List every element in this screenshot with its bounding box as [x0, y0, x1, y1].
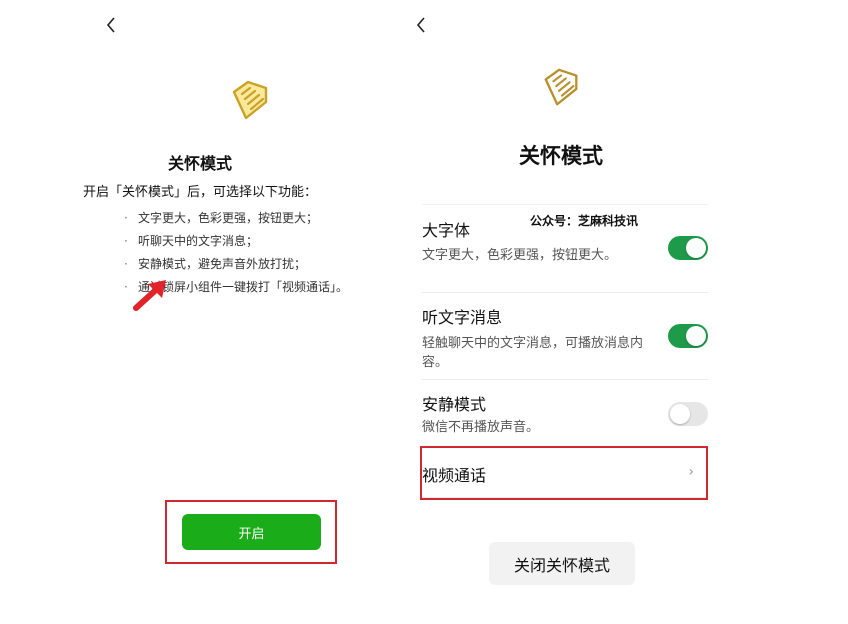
setting-row-quiet-mode: 安静模式 微信不再播放声音。 — [422, 380, 708, 448]
intro-text: 开启「关怀模式」后，可选择以下功能： — [82, 185, 317, 200]
page-title: 关怀模式 — [519, 144, 603, 168]
setting-desc: 文字更大，色彩更强，按钮更大。 — [422, 248, 618, 263]
feature-text: 听聊天中的文字消息； — [138, 234, 259, 248]
heart-hand-icon — [544, 68, 578, 106]
large-font-toggle[interactable] — [668, 236, 708, 260]
close-care-mode-button[interactable]: 关闭关怀模式 — [489, 542, 635, 585]
setting-title: 安静模式 — [422, 395, 487, 414]
settings-screen: 关怀模式 大字体 文字更大，色彩更强，按钮更大。 听文字消息 轻触聊天中的文字消… — [400, 0, 848, 624]
heart-hand-icon — [232, 80, 268, 120]
page-title: 关怀模式 — [167, 154, 232, 173]
setting-row-listen-text: 听文字消息 轻触聊天中的文字消息，可播放消息内容。 — [422, 293, 708, 380]
list-item: · 听聊天中的文字消息； — [124, 233, 348, 256]
chevron-left-icon — [416, 17, 425, 33]
listen-text-toggle[interactable] — [668, 324, 708, 348]
setting-title: 听文字消息 — [422, 308, 503, 327]
intro-screen: 关怀模式 开启「关怀模式」后，可选择以下功能： · 文字更大，色彩更强，按钮更大；… — [0, 0, 400, 624]
toggle-knob — [686, 326, 706, 346]
highlight-box — [420, 446, 708, 500]
back-button[interactable] — [410, 14, 432, 36]
setting-desc: 微信不再播放声音。 — [422, 420, 540, 435]
feature-text: 文字更大，色彩更强，按钮更大； — [138, 211, 319, 225]
toggle-knob — [686, 238, 706, 258]
enable-button[interactable]: 开启 — [182, 514, 321, 550]
list-item: · 文字更大，色彩更强，按钮更大； — [124, 210, 348, 233]
toggle-knob — [670, 404, 690, 424]
watermark-text: 公众号：芝麻科技讯 — [530, 214, 639, 228]
chevron-left-icon — [106, 17, 115, 33]
red-arrow-annotation — [133, 280, 166, 311]
quiet-mode-toggle[interactable] — [668, 402, 708, 426]
setting-desc: 轻触聊天中的文字消息，可播放消息内容。 — [422, 336, 644, 370]
back-button[interactable] — [100, 14, 122, 36]
